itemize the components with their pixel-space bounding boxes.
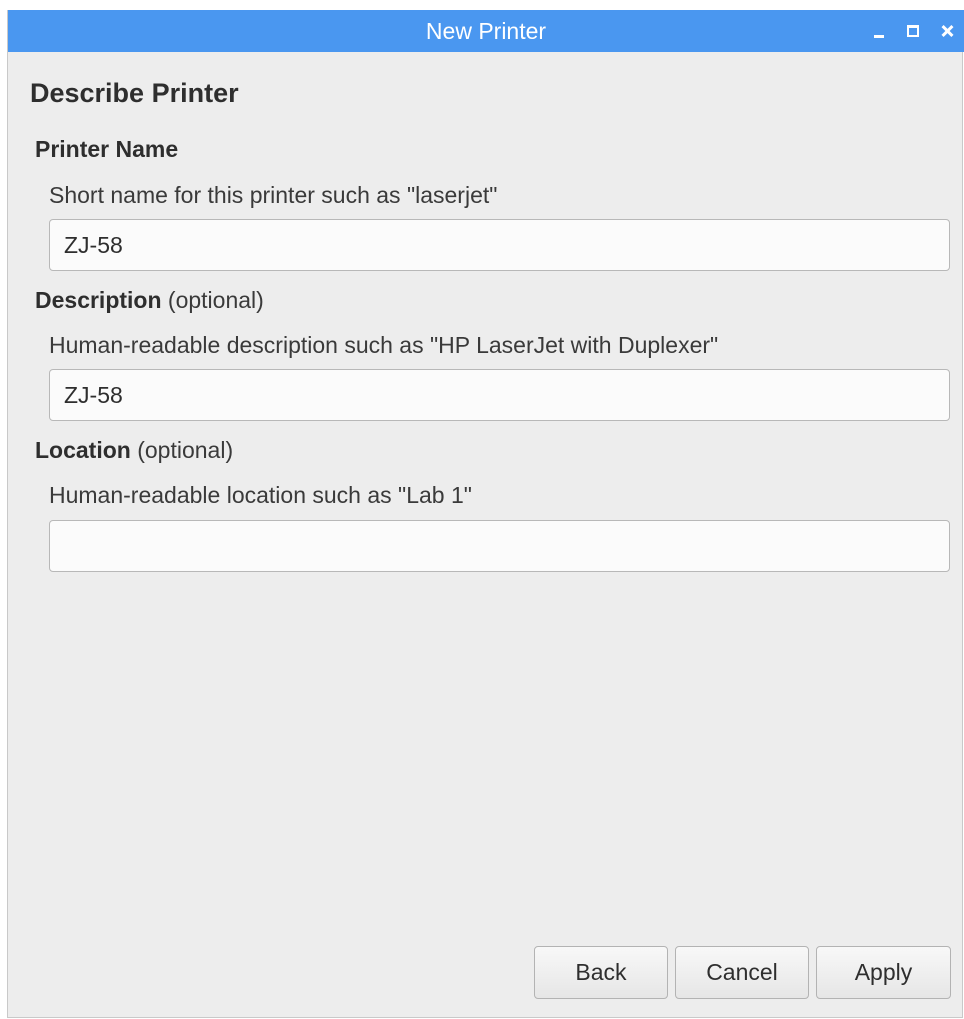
description-label: Description (optional) <box>35 287 264 314</box>
printer-name-field[interactable] <box>49 219 950 271</box>
printer-name-label-text: Printer Name <box>35 136 179 162</box>
window-title: New Printer <box>425 18 547 44</box>
description-label-text: Description <box>35 287 162 313</box>
page-title: Describe Printer <box>30 78 239 108</box>
description-field[interactable] <box>49 369 950 421</box>
maximize-icon <box>907 25 919 37</box>
location-field[interactable] <box>49 520 950 572</box>
description-hint: Human-readable description such as "HP L… <box>49 332 719 358</box>
description-optional-text: (optional) <box>167 287 264 313</box>
close-button[interactable] <box>932 10 962 52</box>
maximize-button[interactable] <box>898 10 928 52</box>
close-icon <box>941 25 953 37</box>
printer-name-label: Printer Name <box>35 136 178 163</box>
location-optional-text: (optional) <box>137 437 234 463</box>
printer-name-hint: Short name for this printer such as "las… <box>49 182 498 208</box>
title-bar[interactable]: New Printer <box>8 10 964 52</box>
cancel-button[interactable]: Cancel <box>675 946 809 999</box>
location-label-text: Location <box>35 437 131 463</box>
location-hint: Human-readable location such as "Lab 1" <box>49 482 472 508</box>
new-printer-dialog: New Printer Describe Printer Printer Nam… <box>7 10 964 1018</box>
location-label: Location (optional) <box>35 437 233 464</box>
back-button[interactable]: Back <box>534 946 668 999</box>
minimize-button[interactable] <box>864 10 894 52</box>
minimize-icon <box>874 34 884 38</box>
apply-button[interactable]: Apply <box>816 946 951 999</box>
